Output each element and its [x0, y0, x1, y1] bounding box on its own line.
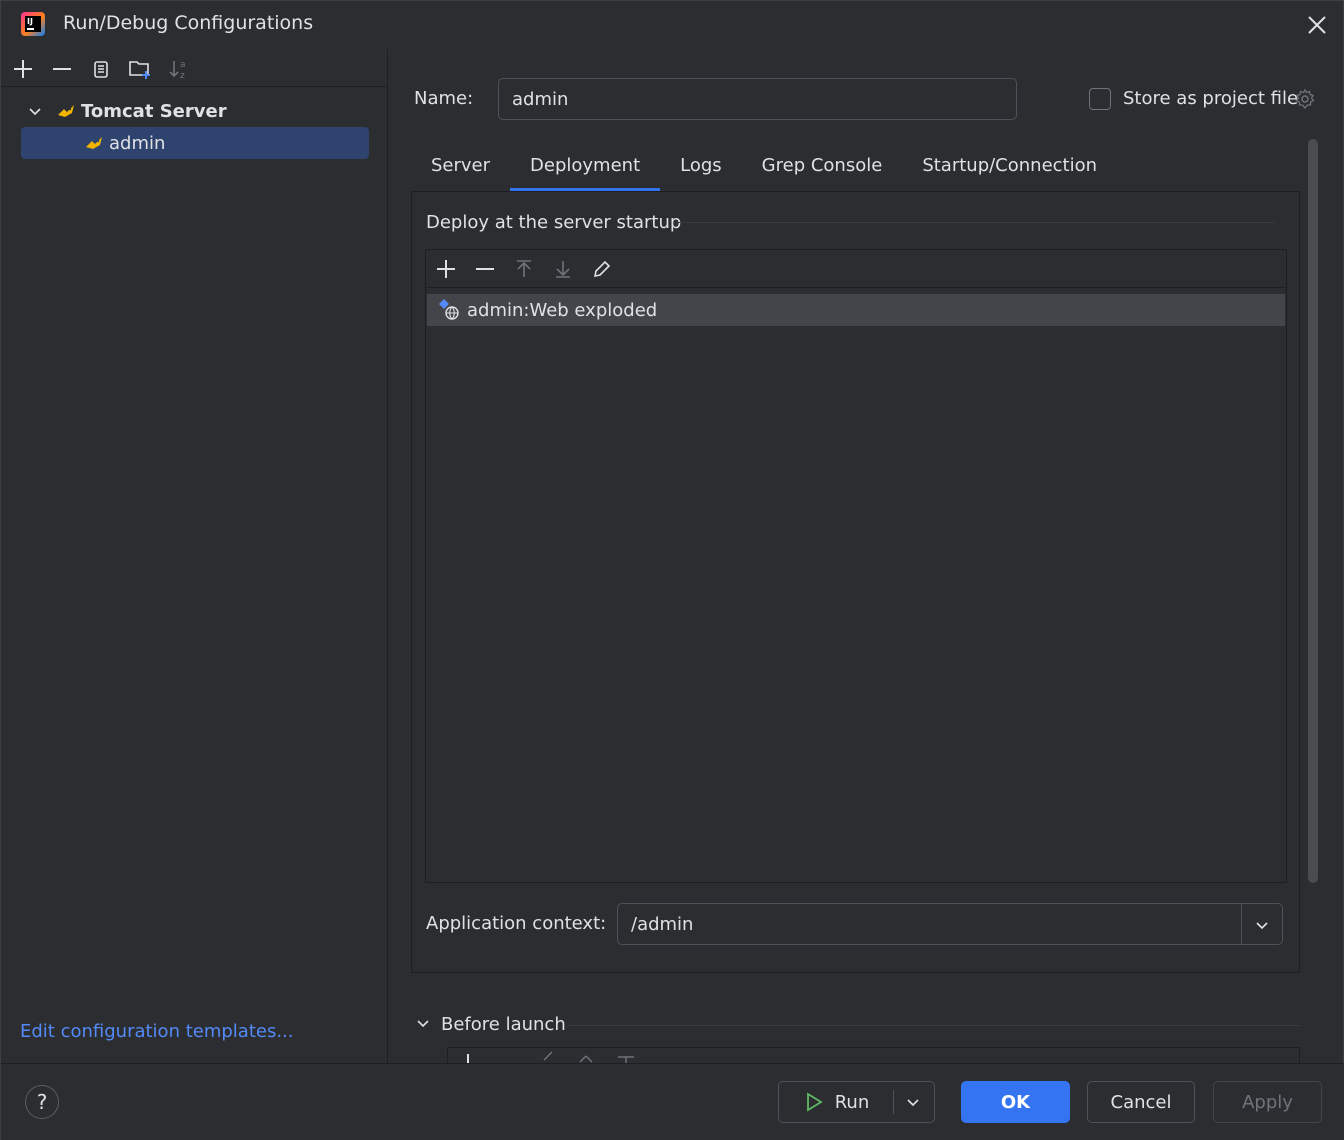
before-launch-toggle[interactable]: Before launch	[441, 1014, 566, 1035]
intellij-logo-icon: IJ	[21, 12, 45, 36]
name-value: admin	[512, 88, 569, 110]
run-label: Run	[834, 1091, 870, 1113]
configurations-sidebar: az Tomcat Server admin Edit configuratio…	[1, 49, 388, 1063]
run-debug-dialog: IJ Run/Debug Configurations az Tomcat Se…	[0, 0, 1344, 1140]
vertical-scrollbar[interactable]	[1308, 139, 1318, 883]
folder-add-icon	[129, 61, 150, 79]
minus-icon	[476, 268, 494, 270]
deployment-list: admin:Web exploded	[425, 249, 1287, 883]
svg-text:a: a	[180, 60, 186, 70]
run-button[interactable]: Run	[778, 1081, 935, 1123]
application-context-value: /admin	[631, 914, 694, 935]
help-button[interactable]: ?	[25, 1085, 59, 1119]
tab-logs[interactable]: Logs	[660, 139, 742, 191]
tree-item-admin[interactable]: admin	[21, 127, 369, 159]
minus-icon	[53, 68, 71, 70]
move-down-button[interactable]	[551, 257, 575, 281]
tree-item-label: admin	[109, 132, 166, 154]
plus-icon	[437, 260, 455, 278]
deploy-section-title: Deploy at the server startup	[426, 212, 682, 233]
new-folder-button[interactable]	[128, 57, 152, 81]
arrow-down-icon	[556, 261, 570, 278]
edit-artifact-button[interactable]	[590, 257, 614, 281]
chevron-down-icon[interactable]	[413, 1013, 433, 1033]
arrow-up-icon	[517, 260, 531, 277]
tomcat-icon	[58, 105, 74, 117]
artifact-label: admin:Web exploded	[467, 299, 658, 321]
add-artifact-button[interactable]	[434, 257, 458, 281]
ok-button[interactable]: OK	[961, 1081, 1070, 1123]
chevron-down-icon[interactable]	[901, 1090, 925, 1114]
before-launch-divider	[567, 1025, 1300, 1026]
web-artifact-icon	[439, 299, 459, 320]
add-configuration-button[interactable]	[11, 57, 35, 81]
store-as-project-checkbox[interactable]	[1089, 88, 1111, 110]
dialog-button-bar: ? Run OK Cancel Apply	[1, 1063, 1344, 1140]
configuration-editor: Name: admin Store as project file Server…	[389, 49, 1344, 1063]
copy-configuration-button[interactable]	[89, 57, 113, 81]
application-context-label: Application context:	[426, 913, 607, 934]
sort-alphabetically-icon: az	[169, 60, 186, 81]
gear-icon	[1295, 88, 1315, 110]
svg-text:z: z	[180, 71, 185, 81]
name-input[interactable]: admin	[498, 78, 1017, 120]
deployment-tab-content: Deploy at the server startup admin:Web e…	[411, 191, 1300, 973]
move-up-button[interactable]	[512, 257, 536, 281]
copy-icon	[94, 61, 108, 78]
run-main-button[interactable]: Run	[779, 1082, 893, 1122]
tab-startup-connection[interactable]: Startup/Connection	[902, 139, 1117, 191]
apply-button[interactable]: Apply	[1213, 1081, 1322, 1123]
name-label: Name:	[414, 88, 474, 109]
sort-button[interactable]: az	[167, 57, 191, 81]
plus-icon	[14, 60, 32, 78]
store-settings-button[interactable]	[1293, 87, 1317, 111]
section-divider	[674, 222, 1275, 223]
close-icon	[1308, 16, 1326, 34]
sidebar-toolbar: az	[1, 49, 388, 87]
pencil-icon	[593, 260, 611, 278]
tomcat-icon	[86, 137, 102, 149]
list-item[interactable]: admin:Web exploded	[427, 294, 1285, 326]
play-icon	[806, 1092, 823, 1112]
help-icon: ?	[36, 1090, 48, 1114]
application-context-combobox[interactable]: /admin	[617, 903, 1283, 945]
config-tabs: Server Deployment Logs Grep Console Star…	[411, 139, 1117, 191]
deployment-toolbar	[426, 250, 1286, 288]
tab-deployment[interactable]: Deployment	[510, 139, 661, 191]
tree-group-tomcat[interactable]: Tomcat Server	[21, 95, 369, 127]
chevron-down-icon	[29, 108, 41, 116]
tab-grep-console[interactable]: Grep Console	[742, 139, 903, 191]
store-as-project-label[interactable]: Store as project file	[1123, 88, 1298, 109]
tree-group-label: Tomcat Server	[81, 100, 227, 122]
before-launch-toolbar-icons	[467, 1051, 634, 1063]
run-separator	[893, 1090, 894, 1114]
combo-separator	[1241, 904, 1242, 944]
before-launch-list	[447, 1047, 1300, 1063]
tab-server[interactable]: Server	[411, 139, 510, 191]
close-button[interactable]	[1303, 11, 1331, 39]
cancel-button[interactable]: Cancel	[1087, 1081, 1195, 1123]
remove-configuration-button[interactable]	[50, 57, 74, 81]
dialog-title: Run/Debug Configurations	[63, 12, 314, 34]
remove-artifact-button[interactable]	[473, 257, 497, 281]
chevron-down-icon[interactable]	[1250, 913, 1274, 937]
title-bar: IJ Run/Debug Configurations	[1, 1, 1344, 49]
edit-templates-link[interactable]: Edit configuration templates...	[20, 1021, 294, 1042]
